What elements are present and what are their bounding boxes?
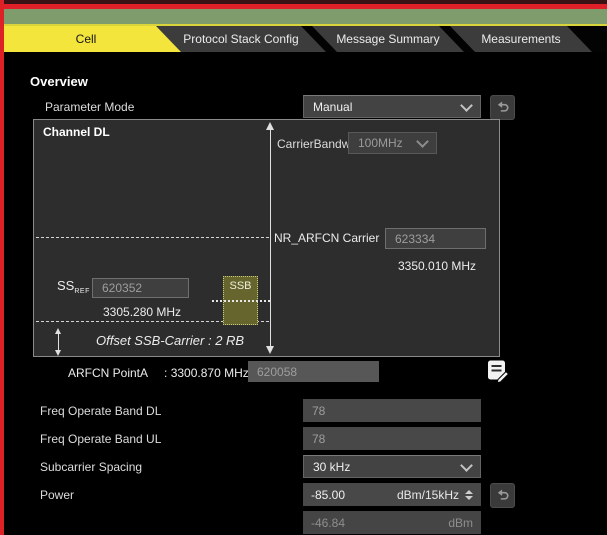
nr-arfcn-carrier-label: NR_ARFCN Carrier <box>274 231 379 245</box>
subcarrier-spacing-label: Subcarrier Spacing <box>40 460 142 474</box>
power-label: Power <box>40 488 74 502</box>
undo-arrow-icon <box>495 100 510 115</box>
offset-arrow-down-icon <box>55 350 61 356</box>
tab-message-summary-label: Message Summary <box>336 32 439 46</box>
subcarrier-spacing-value: 30 kHz <box>313 460 350 474</box>
ss-ref-label-main: SS <box>57 278 74 293</box>
chevron-down-icon <box>460 459 473 472</box>
carrier-bandwidth-value: 100MHz <box>358 136 403 150</box>
tab-protocol-stack-config[interactable]: Protocol Stack Config <box>156 26 326 52</box>
undo-arrow-icon <box>495 488 510 503</box>
ss-ref-label-sub: REF <box>74 288 90 295</box>
channel-dl-diagram: Channel DL CarrierBandwidth : 100MHz NR_… <box>33 119 500 357</box>
nr-arfcn-carrier-freq: 3350.010 MHz <box>398 259 476 273</box>
arfcn-pointa-label: ARFCN PointA <box>68 366 148 380</box>
power-total-value: -46.84 <box>311 516 345 530</box>
power-total-field: -46.84 dBm <box>303 511 481 534</box>
arfcn-pointa-input[interactable]: 620058 <box>248 361 379 382</box>
ss-ref-input[interactable]: 620352 <box>92 278 189 298</box>
chevron-down-icon <box>416 135 429 148</box>
bandwidth-arrow-line <box>270 128 271 348</box>
freq-band-dl-label: Freq Operate Band DL <box>40 404 161 418</box>
edit-note-button[interactable] <box>484 358 510 384</box>
tab-measurements-label: Measurements <box>481 32 560 46</box>
freq-band-dl-value: 78 <box>312 404 325 418</box>
tab-measurements[interactable]: Measurements <box>450 26 592 52</box>
window-left-red-border <box>0 0 4 535</box>
offset-ssb-carrier-label: Offset SSB-Carrier : 2 RB <box>96 333 244 348</box>
power-input[interactable]: -85.00 dBm/15kHz <box>303 483 481 506</box>
chevron-down-icon <box>460 99 473 112</box>
power-unit: dBm/15kHz <box>397 488 459 502</box>
arfcn-pointa-value: 620058 <box>257 365 297 379</box>
page-title: Overview <box>30 74 88 89</box>
power-total-unit: dBm <box>448 516 473 530</box>
subcarrier-spacing-select[interactable]: 30 kHz <box>303 455 481 478</box>
tab-bar: Cell Protocol Stack Config Message Summa… <box>4 26 607 52</box>
carrier-center-dashed-line <box>36 237 269 238</box>
carrier-bandwidth-select[interactable]: 100MHz <box>348 132 437 154</box>
parameter-mode-value: Manual <box>313 100 352 114</box>
tab-cell-label: Cell <box>76 32 97 46</box>
freq-band-ul-value: 78 <box>312 432 325 446</box>
freq-band-ul-label: Freq Operate Band UL <box>40 432 161 446</box>
ssb-center-dotted-line <box>212 300 270 302</box>
freq-band-ul-input[interactable]: 78 <box>303 427 481 450</box>
green-header-bar <box>4 9 607 24</box>
tab-cell[interactable]: Cell <box>4 26 182 52</box>
parameter-mode-reset-button[interactable] <box>490 95 515 120</box>
arfcn-pointa-row: ARFCN PointA : 3300.870 MHz <box>68 366 249 380</box>
power-spinner[interactable] <box>465 490 473 500</box>
power-reset-button[interactable] <box>490 483 515 508</box>
edit-note-icon <box>484 358 510 384</box>
power-value: -85.00 <box>311 488 345 502</box>
bandwidth-arrow-down-icon <box>266 346 274 354</box>
nr-arfcn-carrier-input[interactable]: 623334 <box>385 228 486 249</box>
bandwidth-arrow-up-icon <box>266 122 274 130</box>
ssb-block-label: SSB <box>229 280 251 292</box>
nr-arfcn-carrier-value: 623334 <box>395 232 435 246</box>
arfcn-pointa-freq: : 3300.870 MHz <box>164 366 249 380</box>
ss-ref-value: 620352 <box>102 281 142 295</box>
tab-protocol-stack-config-label: Protocol Stack Config <box>183 32 298 46</box>
channel-dl-title: Channel DL <box>43 125 110 139</box>
parameter-mode-select[interactable]: Manual <box>303 95 481 118</box>
freq-band-dl-input[interactable]: 78 <box>303 399 481 422</box>
tab-message-summary[interactable]: Message Summary <box>312 26 464 52</box>
ss-ref-freq: 3305.280 MHz <box>103 305 181 319</box>
parameter-mode-label: Parameter Mode <box>45 100 134 114</box>
offset-arrow-line <box>58 333 59 351</box>
